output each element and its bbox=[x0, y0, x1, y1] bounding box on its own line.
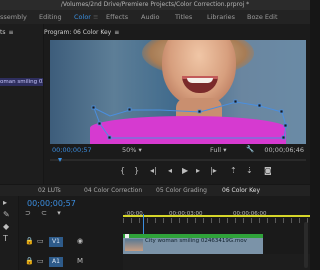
workspace-editing[interactable]: Editing bbox=[39, 13, 62, 21]
mask-path[interactable] bbox=[50, 40, 306, 144]
track-v1-header: 🔒 ▭ V1 ◉ bbox=[19, 234, 123, 250]
window-title: /Volumes/2nd Drive/Premiere Projects/Col… bbox=[0, 0, 310, 10]
workspace-color[interactable]: Color bbox=[74, 13, 91, 21]
program-timecode-duration: 00;00;06;46 bbox=[264, 146, 304, 154]
snap-icon[interactable]: ⊃ bbox=[25, 209, 31, 217]
timeline-toolbar: ⊃ ⊂ ▾ bbox=[25, 209, 61, 217]
tab-04-color-correction[interactable]: 04 Color Correction bbox=[84, 187, 142, 194]
pen-icon[interactable]: ✎ bbox=[3, 210, 10, 219]
track-a1-lane[interactable] bbox=[123, 254, 310, 270]
clip-fx-badge bbox=[125, 234, 129, 238]
step-forward-icon[interactable]: |▸ bbox=[210, 166, 217, 175]
timeline-timecode[interactable]: 00;00;00;57 bbox=[27, 199, 76, 208]
mark-in-icon[interactable]: { bbox=[120, 166, 125, 175]
program-monitor-title: Program: 06 Color Key bbox=[44, 29, 112, 36]
quality-select[interactable]: Full ▾ bbox=[210, 146, 226, 154]
work-area-bar[interactable] bbox=[123, 215, 310, 217]
play-icon[interactable]: ▶ bbox=[182, 166, 188, 175]
timeline-scrollbar[interactable] bbox=[304, 222, 308, 268]
step-back-frame-icon[interactable]: ◂ bbox=[168, 166, 172, 175]
track-v1-label[interactable]: V1 bbox=[49, 237, 63, 247]
track-a1-label[interactable]: A1 bbox=[49, 257, 63, 267]
text-icon[interactable]: T bbox=[3, 234, 8, 243]
fit-zoom-select[interactable]: 50% ▾ bbox=[122, 146, 142, 154]
program-monitor: Program: 06 Color Key ≡ 00;00;00;57 50% ▾… bbox=[44, 24, 310, 184]
program-timecode-current[interactable]: 00;00;00;57 bbox=[52, 146, 92, 154]
clip-name: City woman smiling 02463419G.mov bbox=[145, 238, 247, 244]
track-a1-header: 🔒 ▭ A1 M bbox=[19, 254, 123, 270]
left-panel: ts ≡ oman smiling 02 bbox=[0, 24, 43, 184]
program-video-frame[interactable] bbox=[50, 40, 306, 144]
razor-icon[interactable]: ◆ bbox=[3, 222, 9, 231]
tab-06-color-key[interactable]: 06 Color Key bbox=[222, 187, 260, 194]
marker-icon[interactable]: ▾ bbox=[57, 209, 61, 217]
program-monitor-header[interactable]: Program: 06 Color Key ≡ bbox=[44, 28, 310, 38]
tab-02-luts[interactable]: 02 LUTs bbox=[38, 187, 61, 194]
program-scrubber[interactable] bbox=[50, 158, 306, 162]
left-panel-clip-item[interactable]: oman smiling 02 bbox=[0, 78, 43, 86]
step-forward-frame-icon[interactable]: ▸ bbox=[196, 166, 200, 175]
clip-thumbnail bbox=[125, 239, 143, 251]
left-panel-tab-label: ts bbox=[0, 29, 6, 36]
extract-icon[interactable]: ⇣ bbox=[246, 166, 253, 175]
workspace-boze-edit[interactable]: Boze Edit bbox=[247, 13, 278, 21]
sequence-tabs: 02 LUTs 04 Color Correction 05 Color Gra… bbox=[0, 185, 310, 196]
source-patch-icon[interactable]: ▭ bbox=[37, 257, 44, 265]
program-controls-row: 00;00;00;57 50% ▾ Full ▾ 🔧 00;00;06;46 bbox=[50, 145, 306, 156]
workspace-libraries[interactable]: Libraries bbox=[207, 13, 235, 21]
timeline-ruler[interactable] bbox=[123, 218, 310, 223]
lift-icon[interactable]: ⇡ bbox=[230, 166, 237, 175]
fit-zoom-value: 50% bbox=[122, 146, 137, 154]
linked-icon[interactable]: ⊂ bbox=[41, 209, 47, 217]
menu-icon[interactable]: ≡ bbox=[8, 29, 13, 36]
workspace-separator: ≡ bbox=[93, 13, 99, 21]
select-tool-icon[interactable]: ▸ bbox=[3, 198, 7, 207]
lock-icon[interactable]: 🔒 bbox=[25, 237, 34, 245]
workspace-audio[interactable]: Audio bbox=[141, 13, 159, 21]
workspace-effects[interactable]: Effects bbox=[106, 13, 128, 21]
step-back-icon[interactable]: ◂| bbox=[150, 166, 157, 175]
wrench-icon[interactable]: 🔧 bbox=[246, 145, 254, 153]
tools-panel: ▸ ✎ ◆ T bbox=[0, 196, 18, 270]
lock-icon[interactable]: 🔒 bbox=[25, 257, 34, 265]
camera-icon[interactable]: ◙ bbox=[264, 166, 272, 175]
mark-out-icon[interactable]: } bbox=[134, 166, 139, 175]
workspace-bar: ssembly Editing Color ≡ Effects Audio Ti… bbox=[0, 10, 310, 24]
eye-icon[interactable]: ◉ bbox=[77, 237, 83, 245]
tab-05-color-grading[interactable]: 05 Color Grading bbox=[156, 187, 207, 194]
timeline-panel: 00;00;00;57 ⊃ ⊂ ▾ :00;00 00;00;03;00 00;… bbox=[19, 196, 310, 270]
transport-controls: { } ◂| ◂ ▶ ▸ |▸ ⇡ ⇣ ◙ bbox=[50, 166, 306, 178]
left-panel-tab[interactable]: ts ≡ bbox=[0, 29, 14, 36]
workspace-titles[interactable]: Titles bbox=[175, 13, 192, 21]
workspace-assembly[interactable]: ssembly bbox=[0, 13, 27, 21]
timeline-clip[interactable]: City woman smiling 02463419G.mov bbox=[123, 234, 263, 254]
mute-icon[interactable]: M bbox=[77, 257, 83, 265]
source-patch-icon[interactable]: ▭ bbox=[37, 237, 44, 245]
menu-icon[interactable]: ≡ bbox=[114, 29, 119, 36]
quality-value: Full bbox=[210, 146, 222, 154]
